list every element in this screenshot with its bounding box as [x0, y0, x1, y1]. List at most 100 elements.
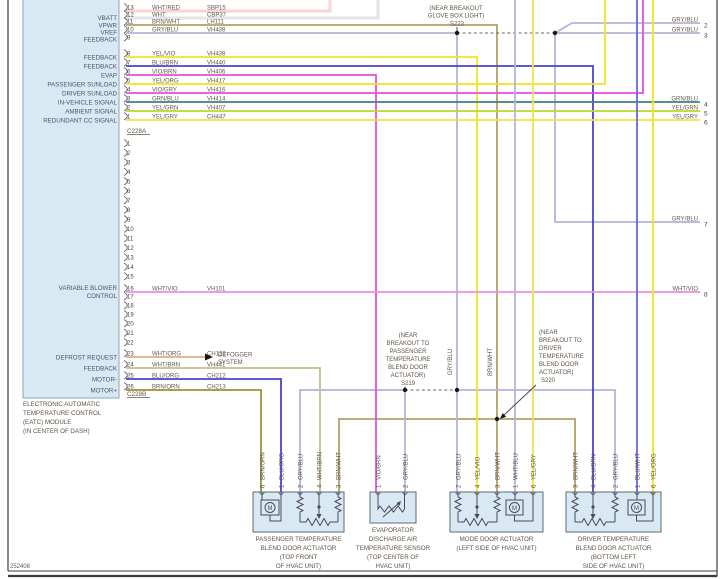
- caption-line: ELECTRONIC AUTOMATIC: [23, 401, 101, 408]
- pin-number: 9: [127, 36, 131, 42]
- pin-wire-color: BRN/ORN: [152, 385, 180, 391]
- pin-wire-color: YEL/GRN: [152, 106, 178, 112]
- wire-gry-blu-branch-passenger: [299, 389, 405, 492]
- wire-gry-blu-exit7: [554, 33, 700, 223]
- pin-function-label: REDUNDANT CC SIGNAL: [43, 118, 117, 125]
- pin-circuit-code: VH406: [207, 70, 226, 76]
- caption-line: (EATC) MODULE: [23, 419, 71, 426]
- exit-wire-label: GRY/BLU: [672, 28, 698, 34]
- exit-number: 5: [704, 111, 708, 118]
- pin-number: 7: [127, 199, 131, 205]
- connector-b-label: C228B: [127, 391, 146, 398]
- pin-number: 12: [127, 13, 134, 19]
- pin-wire-color: YEL/ORG: [152, 79, 179, 85]
- splice-text: TEMPERATURE: [386, 357, 431, 363]
- pin-number: 26: [127, 385, 134, 391]
- caption-line: OF HVAC UNIT): [276, 563, 321, 570]
- exit-number: 7: [704, 222, 708, 229]
- net-label-gry-blu: GRY/BLU: [448, 349, 454, 375]
- pin-circuit-code: VH416: [207, 88, 226, 94]
- exit-wire-label: GRN/BLU: [671, 97, 698, 103]
- caption-line: HVAC UNIT): [376, 563, 411, 570]
- pin-number: 21: [127, 331, 134, 337]
- pin-wire-color: BLU/BRN: [152, 61, 178, 67]
- pin-circuit-code: VH414: [207, 97, 226, 103]
- pin-circuit-code: SBP15: [207, 6, 226, 12]
- pin-number: 17: [127, 295, 134, 301]
- pin-circuit-code: VH101: [207, 287, 226, 293]
- wire-driver-sunload-vio-gry: [126, 0, 644, 94]
- pin-number: 6: [127, 189, 131, 195]
- caption-line: (TOP FRONT: [280, 554, 318, 561]
- pin-number: 2: [127, 151, 131, 157]
- splice-text: GLOVE BOX LIGHT): [428, 14, 484, 20]
- wiring-diagram-page: M M M 13 WHT/RED SBP15 12 WHT CBP37 11 B…: [0, 0, 720, 579]
- pin-label: 2 GRY/BLU: [614, 454, 620, 488]
- exit-wire-label: GRY/BLU: [672, 217, 698, 223]
- splice-dot-s223: [454, 30, 460, 36]
- caption-line: TEMPERATURE SENSOR: [356, 545, 431, 552]
- pin-number: 9: [127, 218, 131, 224]
- pin-circuit-code: VH440: [207, 61, 226, 67]
- pin-function-label: FEEDBACK: [84, 55, 118, 62]
- pin-number: 3: [127, 161, 131, 167]
- component-pin-labels: 6 BRN/ORN 1 BLU/ORG 2 GRY/BLU 4 WHT/BRN …: [261, 452, 658, 488]
- caption-line: (IN CENTER OF DASH): [23, 428, 90, 435]
- pin-wire-color: BRN/WHT: [152, 20, 180, 26]
- pin-number: 20: [127, 322, 134, 328]
- splice-text: TEMPERATURE: [539, 354, 584, 360]
- exit-wire-label: YEL/GRY: [672, 115, 698, 121]
- motor-label: M: [512, 506, 517, 512]
- pin-number: 16: [127, 287, 134, 293]
- evaporator-sensor-box: [369, 491, 417, 524]
- caption-line: SIDE OF HVAC UNIT): [583, 563, 644, 570]
- splice-s220-callout: (NEAR BREAKOUT TO DRIVER TEMPERATURE BLE…: [539, 330, 584, 384]
- driver-actuator-box: [565, 491, 662, 533]
- pin-circuit-code: CH213: [207, 385, 226, 391]
- components: M M M: [252, 491, 662, 533]
- passenger-actuator-box: [252, 491, 345, 533]
- splice-text: BREAKOUT TO: [387, 341, 430, 347]
- pin-number: 12: [127, 246, 134, 252]
- wiring-diagram: M M M 13 WHT/RED SBP1512 WHT CBP3711 BRN…: [7, 0, 718, 578]
- caption-line: BLEND DOOR ACTUATOR: [261, 545, 337, 552]
- splice-dot-s223b: [552, 30, 558, 36]
- pin-circuit-code: VH417: [207, 79, 226, 85]
- splice-s219-callout: (NEAR BREAKOUT TO PASSENGER TEMPERATURE …: [386, 333, 431, 387]
- pin-function-label: VARIABLE BLOWER: [59, 285, 118, 292]
- wire-feedback-yel-vio: [126, 56, 478, 492]
- pin-label: 6 BRN/ORN: [261, 452, 267, 488]
- pin-number: 13: [127, 256, 134, 262]
- pin-function-label: FEEDBACK: [84, 366, 118, 373]
- pin-number: 23: [127, 352, 134, 358]
- pin-number: 10: [127, 227, 134, 233]
- junction-dot: [475, 505, 479, 509]
- pin-function-label: VBATT: [98, 15, 118, 22]
- pin-function-label: FEEDBACK: [84, 64, 118, 71]
- page-number: 252408: [10, 564, 31, 570]
- splice-text: BREAKOUT TO: [539, 338, 582, 344]
- pin-wire-color: WHT/RED: [152, 6, 181, 12]
- junction-dot: [317, 505, 321, 509]
- pin-function-label: MOTOR+: [90, 388, 117, 395]
- pin-label: 4 YEL/VIO: [476, 456, 482, 488]
- defogger-label-line2: SYSTEM: [218, 360, 243, 366]
- pin-function-label: MOTOR-: [92, 377, 117, 384]
- pin-function-label: CONTROL: [87, 293, 118, 300]
- pin-function-label: EVAP: [101, 73, 117, 80]
- pin-wire-color: GRY/BLU: [152, 28, 178, 34]
- pin-wire-color: VIO/BRN: [152, 70, 177, 76]
- exit-number: 3: [704, 33, 708, 40]
- motor-label: M: [634, 506, 639, 512]
- pin-label: 3 BRN/WHT: [496, 452, 502, 488]
- pin-number: 18: [127, 304, 134, 310]
- caption-line: (BOTTOM LEFT: [591, 554, 636, 561]
- pin-wire-color: VIO/GRY: [152, 88, 177, 94]
- pin-wire-color: WHT: [152, 13, 166, 19]
- pin-number: 5: [127, 180, 131, 186]
- pin-wire-color: WHT/BRN: [152, 363, 180, 369]
- splice-points: [205, 27, 558, 422]
- pin-label: 1 BLU/ORG: [280, 453, 286, 488]
- pin-number: 8: [127, 208, 131, 214]
- component-captions: PASSENGER TEMPERATURE BLEND DOOR ACTUATO…: [256, 527, 652, 570]
